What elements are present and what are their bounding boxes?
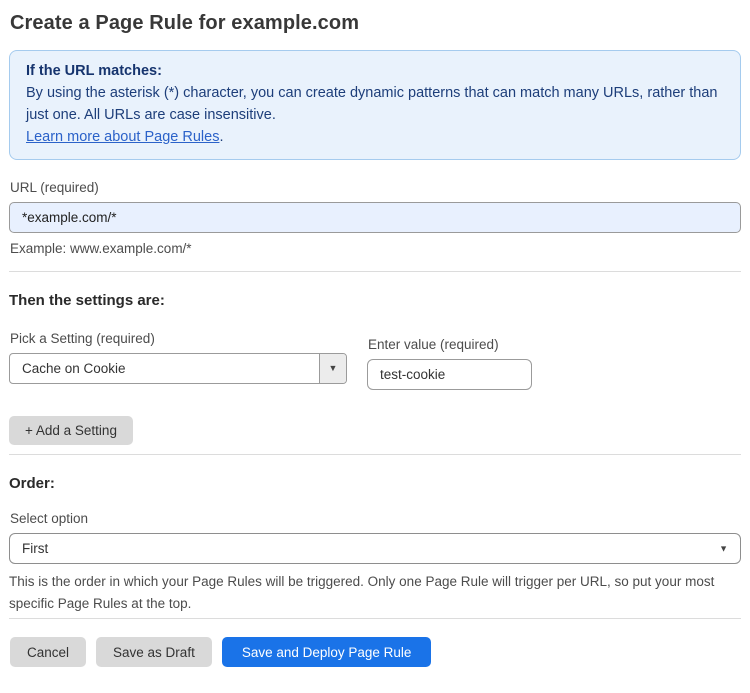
- setting-select[interactable]: Cache on Cookie ▼: [9, 353, 347, 384]
- order-select-label: Select option: [10, 511, 89, 526]
- order-select[interactable]: First ▼: [9, 533, 741, 564]
- add-setting-button[interactable]: + Add a Setting: [9, 416, 133, 445]
- learn-more-link[interactable]: Learn more about Page Rules: [26, 129, 219, 145]
- info-box-heading: If the URL matches:: [26, 63, 162, 79]
- setting-value-input[interactable]: [367, 359, 532, 390]
- settings-section-heading: Then the settings are:: [9, 292, 165, 309]
- divider: [9, 454, 741, 455]
- divider: [9, 618, 741, 619]
- chevron-down-icon: ▼: [319, 354, 346, 383]
- settings-row: Pick a Setting (required) Cache on Cooki…: [9, 331, 741, 390]
- url-example-text: Example: www.example.com/*: [10, 241, 192, 256]
- page-title: Create a Page Rule for example.com: [10, 12, 360, 34]
- setting-select-value: Cache on Cookie: [22, 361, 126, 376]
- page-rule-form: Create a Page Rule for example.com If th…: [0, 0, 750, 693]
- link-suffix: .: [219, 129, 224, 145]
- url-match-info-box: If the URL matches: By using the asteris…: [9, 50, 741, 160]
- save-as-draft-button[interactable]: Save as Draft: [96, 637, 212, 667]
- url-input[interactable]: [9, 202, 741, 233]
- setting-value-column: Enter value (required): [367, 337, 532, 390]
- order-section-heading: Order:: [9, 475, 55, 492]
- info-box-body: By using the asterisk (*) character, you…: [26, 85, 718, 123]
- footer-actions: Cancel Save as Draft Save and Deploy Pag…: [10, 637, 741, 667]
- order-help-text: This is the order in which your Page Rul…: [9, 574, 715, 611]
- divider: [9, 271, 741, 272]
- setting-picker-label: Pick a Setting (required): [10, 331, 155, 346]
- setting-picker-column: Pick a Setting (required) Cache on Cooki…: [9, 331, 347, 390]
- cancel-button[interactable]: Cancel: [10, 637, 87, 667]
- chevron-down-icon: ▼: [719, 543, 728, 553]
- save-and-deploy-button[interactable]: Save and Deploy Page Rule: [221, 637, 432, 667]
- order-select-value: First: [22, 541, 49, 556]
- setting-value-label: Enter value (required): [368, 337, 499, 352]
- url-field-label: URL (required): [10, 180, 99, 195]
